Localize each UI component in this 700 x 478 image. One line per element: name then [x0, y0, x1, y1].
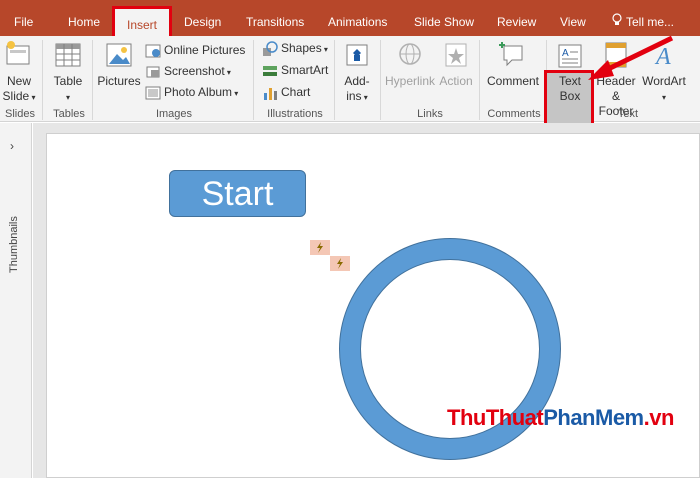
pictures-button[interactable]: Pictures: [96, 40, 142, 89]
animation-marker[interactable]: [310, 240, 330, 255]
hyperlink-button[interactable]: Hyperlink: [384, 40, 436, 89]
tab-insert[interactable]: Insert: [112, 6, 172, 36]
chevron-down-icon: ▾: [321, 45, 328, 54]
pictures-icon: [106, 43, 132, 67]
table-button[interactable]: Table ▾: [50, 40, 86, 105]
group-label-links: Links: [417, 108, 443, 120]
screenshot-icon: [146, 66, 160, 78]
online-pictures-label: Online Pictures: [164, 43, 246, 57]
group-separator: [42, 40, 43, 120]
comment-icon: [499, 42, 523, 67]
tab-animations[interactable]: Animations: [328, 14, 387, 32]
tab-home[interactable]: Home: [68, 14, 100, 32]
tab-review[interactable]: Review: [497, 14, 536, 32]
svg-text:A: A: [562, 48, 569, 59]
action-button[interactable]: Action: [438, 40, 474, 89]
tab-slide-show[interactable]: Slide Show: [414, 14, 474, 32]
new-slide-icon: [6, 41, 30, 65]
chevron-down-icon: ▾: [224, 68, 231, 77]
tab-design[interactable]: Design: [184, 14, 221, 32]
chevron-down-icon: ▾: [65, 93, 70, 102]
add-ins-button[interactable]: Add- ins ▾: [339, 40, 375, 105]
chevron-down-icon: ▾: [232, 89, 239, 98]
photo-album-icon: [145, 86, 161, 100]
smartart-button[interactable]: SmartArt: [262, 60, 328, 80]
comment-button[interactable]: Comment: [484, 40, 542, 89]
screenshot-button[interactable]: Screenshot ▾: [145, 61, 231, 81]
watermark: ThuThuatPhanMem.vn: [447, 405, 674, 431]
photo-album-label: Photo Album: [164, 85, 233, 99]
smartart-icon: [263, 65, 277, 76]
pictures-label: Pictures: [97, 74, 141, 88]
add-ins-icon: [346, 44, 368, 66]
online-pictures-icon: [145, 44, 161, 58]
group-separator: [380, 40, 381, 120]
new-slide-label: New: [6, 74, 31, 88]
shapes-label: Shapes: [281, 41, 322, 55]
group-separator: [334, 40, 335, 120]
annotation-arrow: [588, 35, 674, 80]
chevron-right-icon[interactable]: ›: [10, 139, 14, 153]
add-ins-label-2: ins: [346, 89, 362, 103]
watermark-part-1: ThuThuat: [447, 405, 544, 430]
new-slide-label-2: Slide: [2, 89, 30, 103]
shapes-icon: [263, 41, 278, 56]
group-label-images: Images: [155, 108, 193, 120]
group-separator: [92, 40, 93, 120]
tab-transitions[interactable]: Transitions: [246, 14, 304, 32]
lightning-icon: [317, 242, 323, 253]
tab-file[interactable]: File: [14, 14, 33, 32]
text-box-label-2: Box: [559, 89, 581, 103]
shapes-button[interactable]: Shapes ▾: [262, 38, 328, 58]
start-shape[interactable]: Start: [169, 170, 306, 217]
watermark-part-2: PhanMem: [543, 405, 644, 430]
group-label-tables: Tables: [53, 108, 85, 120]
globe-link-icon: [399, 43, 421, 65]
lightbulb-icon: [612, 13, 622, 25]
chevron-down-icon: ▾: [661, 93, 666, 102]
group-label-slides: Slides: [5, 108, 35, 120]
thumbnails-pane[interactable]: › Thumbnails: [0, 123, 32, 478]
group-label-comments: Comments: [487, 108, 541, 120]
group-separator: [253, 40, 254, 120]
watermark-part-3: .vn: [643, 405, 675, 430]
online-pictures-button[interactable]: Online Pictures: [145, 40, 245, 60]
comment-label: Comment: [486, 74, 539, 88]
add-ins-label: Add-: [344, 74, 370, 88]
action-label: Action: [439, 74, 473, 88]
chart-button[interactable]: Chart: [262, 82, 310, 102]
photo-album-button[interactable]: Photo Album ▾: [145, 82, 238, 102]
chevron-down-icon: ▾: [29, 93, 36, 102]
hyperlink-label: Hyperlink: [384, 74, 435, 88]
new-slide-button[interactable]: New Slide ▾: [2, 40, 36, 105]
chart-label: Chart: [281, 85, 311, 99]
star-action-icon: [445, 43, 467, 67]
smartart-label: SmartArt: [281, 63, 329, 77]
screenshot-label: Screenshot: [164, 64, 225, 78]
table-icon: [55, 43, 81, 67]
chevron-down-icon: ▾: [361, 93, 368, 102]
chart-icon: [264, 87, 277, 100]
thumbnails-label: Thumbnails: [8, 216, 20, 273]
group-label-illustrations: Illustrations: [267, 108, 323, 120]
group-label-text: Text: [617, 108, 639, 120]
table-label: Table: [53, 74, 83, 88]
group-separator: [479, 40, 480, 120]
text-box-label: Text: [558, 74, 581, 88]
